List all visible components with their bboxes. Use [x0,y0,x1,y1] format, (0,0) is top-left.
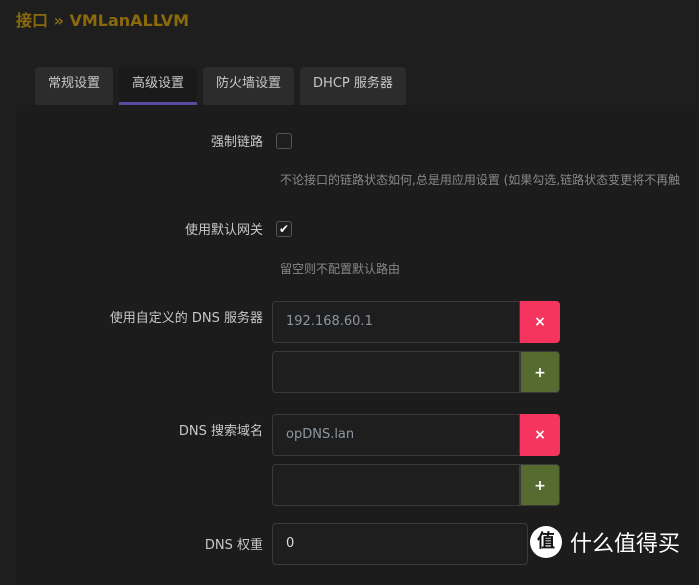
force-link-label: 强制链路 [210,135,263,150]
check-icon: ✔ [278,222,290,236]
remove-dns-server-button[interactable]: × [520,301,560,343]
plus-icon: + [534,478,546,494]
plus-icon: + [534,365,546,381]
dns-server-input[interactable]: 192.168.60.1 [272,301,520,343]
default-gateway-label: 使用默认网关 [184,223,263,238]
remove-dns-search-button[interactable]: × [520,414,560,456]
add-dns-search-button[interactable]: + [520,464,560,506]
dns-search-new-input[interactable] [272,464,520,506]
close-icon: × [534,314,546,330]
watermark: 值 什么值得买 [530,526,680,558]
tab-bar: 常规设置 高级设置 防火墙设置 DHCP 服务器 [35,67,406,105]
watermark-logo-icon: 值 [530,526,562,558]
dns-search-label: DNS 搜索域名 [178,424,263,439]
force-link-hint: 不论接口的链路状态如何,总是用应用设置 (如果勾选,链路状态变更将不再触 [280,173,681,187]
tab-firewall[interactable]: 防火墙设置 [203,67,295,105]
default-gateway-hint: 留空则不配置默认路由 [280,262,401,276]
dns-weight-input[interactable]: 0 [272,523,528,565]
dns-weight-label: DNS 权重 [204,538,263,553]
add-dns-server-button[interactable]: + [520,351,560,393]
force-link-checkbox[interactable] [276,133,292,149]
tab-dhcp[interactable]: DHCP 服务器 [300,67,406,105]
dns-search-input[interactable]: opDNS.lan [272,414,520,456]
watermark-text: 什么值得买 [570,532,681,557]
close-icon: × [534,427,546,443]
breadcrumb: 接口 » VMLanALLVM [16,11,190,30]
tab-advanced[interactable]: 高级设置 [119,67,198,105]
default-gateway-checkbox[interactable]: ✔ [276,221,292,237]
dns-servers-label: 使用自定义的 DNS 服务器 [109,311,263,326]
dns-server-new-input[interactable] [272,351,520,393]
tab-general[interactable]: 常规设置 [35,67,114,105]
